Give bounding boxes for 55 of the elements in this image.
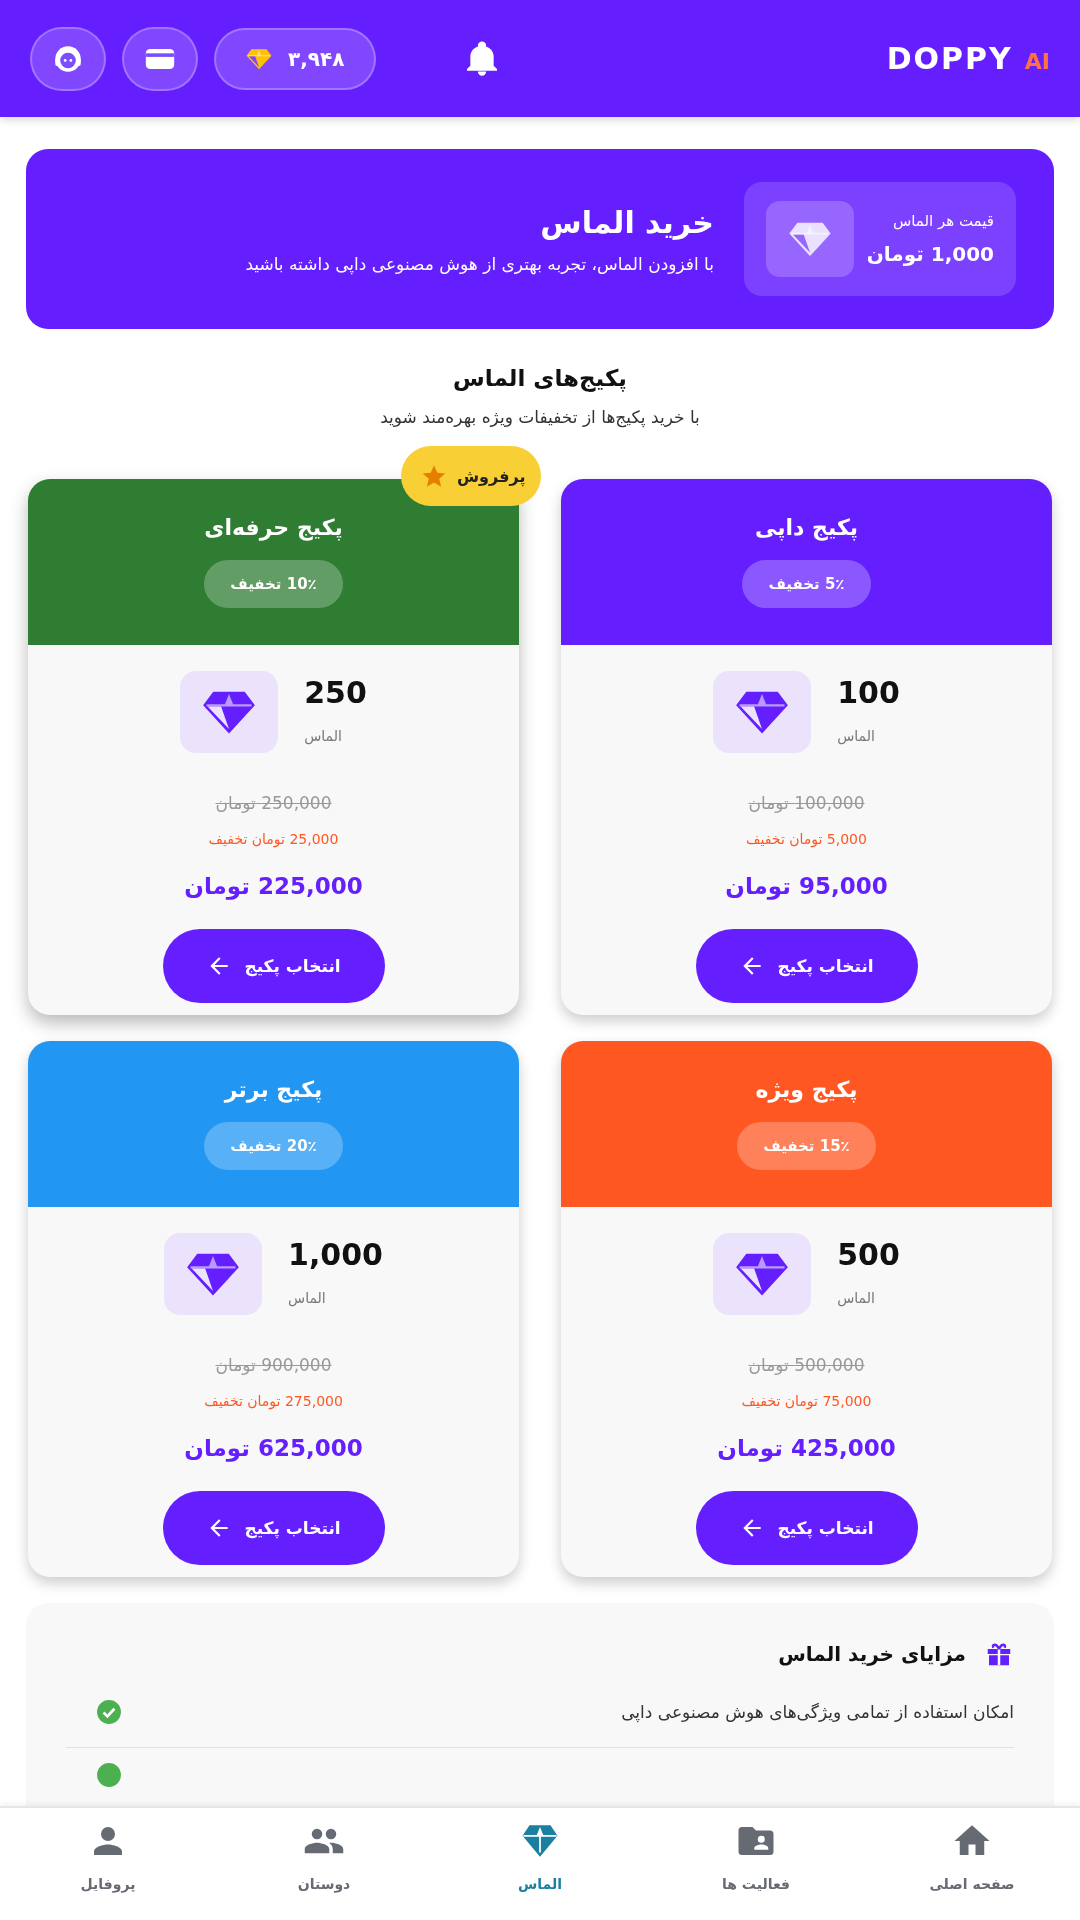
discount-amount: 5,000 تومان تخفیف — [746, 831, 867, 847]
diamond-icon — [186, 1251, 241, 1297]
unit-label: الماس — [837, 728, 876, 744]
diamond-icon — [735, 1251, 790, 1297]
original-price: 500,000 تومان — [748, 1355, 865, 1375]
banner-title: خرید الماس — [539, 204, 714, 240]
final-price: 95,000 تومان — [725, 873, 888, 899]
final-price: 425,000 تومان — [717, 1435, 896, 1461]
nav-item[interactable]: الماس — [445, 1808, 635, 1920]
nav-item[interactable]: صفحه اصلی — [877, 1808, 1067, 1920]
section-title: پکیج‌های الماس — [452, 365, 628, 391]
diamond-amount: 500 — [837, 1237, 900, 1272]
star-icon — [421, 463, 447, 489]
discount-badge: 5٪ تخفیف — [742, 560, 871, 608]
diamond-icon — [202, 689, 257, 735]
app-logo: DOPPY AI — [886, 41, 1050, 76]
nav-item[interactable]: پروفایل — [13, 1808, 203, 1920]
section-subtitle: با خرید پکیج‌ها از تخفیفات ویژه بهره‌مند شوید — [379, 407, 701, 427]
diamond-icon — [788, 221, 832, 257]
diamond-amount: 100 — [837, 675, 900, 710]
select-package-button[interactable]: انتخاب پکیج — [695, 929, 918, 1003]
banner-subtitle: با افزودن الماس، تجربه بهتری از هوش مصنوعی داپی داشته باشید — [245, 253, 714, 274]
discount-badge: 20٪ تخفیف — [204, 1122, 343, 1170]
diamond-balance-button[interactable]: ۳,۹۴۸ — [214, 27, 377, 90]
discount-badge: 10٪ تخفیف — [204, 560, 343, 608]
bestseller-badge: پرفروش — [401, 446, 542, 506]
package-name: پکیج داپی — [755, 515, 858, 540]
price-value: 1,000 تومان — [866, 242, 994, 266]
discount-amount: 25,000 تومان تخفیف — [208, 831, 339, 847]
package-name: پکیج حرفه‌ای — [204, 515, 343, 540]
package-name: پکیج ویژه — [755, 1077, 858, 1102]
package-name: پکیج برتر — [224, 1077, 323, 1102]
final-price: 625,000 تومان — [184, 1435, 363, 1461]
unit-label: الماس — [288, 1290, 327, 1306]
diamond-amount: 1,000 — [288, 1237, 383, 1272]
select-package-button[interactable]: انتخاب پکیج — [695, 1491, 918, 1565]
diamond-amount: 250 — [304, 675, 367, 710]
benefit-text: امکان استفاده از تمامی ویژگی‌های هوش مصنوعی داپی — [621, 1702, 1014, 1722]
original-price: 900,000 تومان — [215, 1355, 332, 1375]
select-package-button[interactable]: انتخاب پکیج — [162, 1491, 385, 1565]
nav-item[interactable]: فعالیت ها — [661, 1808, 851, 1920]
original-price: 100,000 تومان — [748, 793, 865, 813]
unit-label: الماس — [304, 728, 343, 744]
final-price: 225,000 تومان — [184, 873, 363, 899]
discount-badge: 15٪ تخفیف — [737, 1122, 876, 1170]
price-label: قیمت هر الماس — [891, 212, 994, 230]
select-package-button[interactable]: انتخاب پکیج — [162, 929, 385, 1003]
discount-amount: 275,000 تومان تخفیف — [204, 1393, 343, 1409]
original-price: 250,000 تومان — [215, 793, 332, 813]
diamond-icon — [246, 47, 272, 70]
unit-label: الماس — [837, 1290, 876, 1306]
diamond-icon — [735, 689, 790, 735]
benefits-title: مزایای خرید الماس — [778, 1642, 966, 1666]
discount-amount: 75,000 تومان تخفیف — [741, 1393, 872, 1409]
nav-item[interactable]: دوستان — [229, 1808, 419, 1920]
